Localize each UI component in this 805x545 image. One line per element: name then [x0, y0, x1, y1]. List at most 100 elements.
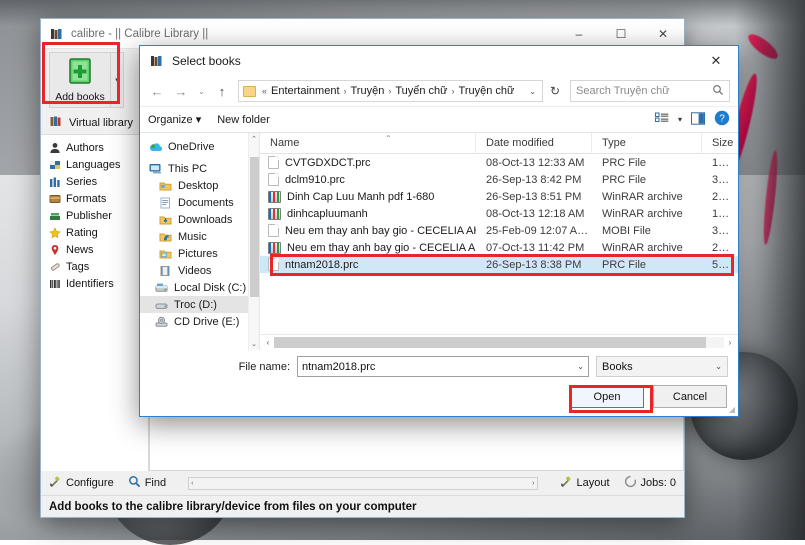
nav-item-label: Documents	[178, 196, 234, 209]
dialog-titlebar: Select books ✕	[140, 46, 738, 76]
breadcrumb-separator: ›	[343, 86, 347, 96]
dialog-close-button[interactable]: ✕	[694, 46, 738, 76]
bars-icon	[48, 175, 61, 188]
nav-item-documents[interactable]: Documents	[140, 194, 259, 211]
file-type-filter-select[interactable]: Books ⌄	[596, 356, 728, 377]
sidebar-item-languages[interactable]: Languages	[41, 156, 148, 173]
new-folder-button[interactable]: New folder	[217, 114, 270, 126]
music-icon	[158, 230, 173, 244]
file-size: 1,370 KB	[712, 207, 738, 220]
search-input[interactable]: Search Truyện chữ	[570, 80, 730, 102]
resize-grip-icon[interactable]: ◢	[729, 405, 735, 414]
layout-button[interactable]: Layout	[560, 475, 610, 491]
breadcrumb-crumb-1[interactable]: Truyện	[351, 85, 385, 97]
organize-menu[interactable]: Organize ▾	[148, 113, 201, 126]
nav-item-label: OneDrive	[168, 140, 215, 153]
file-name: ntnam2018.prc	[285, 258, 359, 271]
green-book-plus-icon	[66, 57, 94, 88]
back-button[interactable]: ←	[146, 80, 168, 102]
breadcrumb-crumb-3[interactable]: Truyện chữ	[459, 85, 515, 97]
calibre-horizontal-scrollbar[interactable]: ‹ ›	[188, 476, 538, 490]
nav-item-troc-d[interactable]: Troc (D:)	[140, 296, 259, 313]
file-size: 13,356 KB	[712, 156, 738, 169]
file-name-input[interactable]: ntnam2018.prc ⌄	[297, 356, 589, 377]
table-row[interactable]: dclm910.prc 26-Sep-13 8:42 PM PRC File 3…	[260, 171, 738, 188]
nav-item-cd-drive-e[interactable]: CD Drive (E:)	[140, 313, 259, 330]
file-size: 3,365 KB	[712, 173, 738, 186]
recent-locations-button[interactable]: ⌄	[194, 80, 209, 102]
close-button[interactable]: ✕	[642, 19, 684, 49]
breadcrumb[interactable]: « Entertainment › Truyện › Tuyển chữ › T…	[238, 80, 543, 102]
table-row[interactable]: CVTGDXDCT.prc 08-Oct-13 12:33 AM PRC Fil…	[260, 154, 738, 171]
configure-button[interactable]: Configure	[49, 475, 114, 491]
help-icon[interactable]: ?	[714, 110, 730, 129]
column-header-type[interactable]: Type	[592, 132, 702, 154]
column-header-name[interactable]: Name	[260, 132, 476, 154]
column-header-size[interactable]: Size	[702, 133, 738, 154]
archive-icon	[268, 190, 281, 203]
jobs-indicator[interactable]: Jobs: 0	[624, 475, 676, 491]
table-row[interactable]: dinhcapluumanh 08-Oct-13 12:18 AM WinRAR…	[260, 205, 738, 222]
chevron-down-icon[interactable]: ⌄	[577, 362, 584, 371]
refresh-button[interactable]: ↻	[545, 84, 565, 98]
table-row-selected[interactable]: ntnam2018.prc 26-Sep-13 8:38 PM PRC File…	[260, 256, 738, 273]
scroll-right-arrow-icon[interactable]: ›	[532, 480, 534, 487]
chevron-down-icon[interactable]: ▾	[678, 115, 682, 124]
book-icon	[48, 192, 61, 205]
file-list-horizontal-scrollbar[interactable]: ‹ ›	[260, 334, 738, 350]
sidebar-item-series[interactable]: Series	[41, 173, 148, 190]
scrollbar-track[interactable]	[274, 337, 724, 348]
minimize-button[interactable]: –	[558, 19, 600, 49]
nav-item-desktop[interactable]: Desktop	[140, 177, 259, 194]
sidebar-item-label: Languages	[66, 158, 121, 171]
scroll-right-arrow-icon[interactable]: ›	[724, 338, 736, 347]
nav-item-videos[interactable]: Videos	[140, 262, 259, 279]
breadcrumb-crumb-2[interactable]: Tuyển chữ	[395, 85, 447, 97]
nav-item-onedrive[interactable]: OneDrive	[140, 138, 259, 155]
calibre-status-message: Add books to the calibre library/device …	[41, 495, 684, 517]
scroll-left-arrow-icon[interactable]: ‹	[191, 480, 193, 487]
sidebar-item-rating[interactable]: Rating	[41, 224, 148, 241]
nav-item-pictures[interactable]: Pictures	[140, 245, 259, 262]
nav-item-local-disk-c[interactable]: Local Disk (C:)	[140, 279, 259, 296]
sidebar-item-authors[interactable]: Authors	[41, 139, 148, 156]
preview-pane-icon[interactable]	[691, 111, 705, 128]
magnifier-icon	[128, 475, 141, 491]
list-view-icon[interactable]	[654, 112, 669, 128]
cancel-button[interactable]: Cancel	[653, 385, 727, 408]
sidebar-item-news[interactable]: News	[41, 241, 148, 258]
table-row[interactable]: Dinh Cap Luu Manh pdf 1-680 26-Sep-13 8:…	[260, 188, 738, 205]
navigation-pane-scrollbar[interactable]: ⌃ ⌄	[248, 133, 259, 350]
file-date: 25-Feb-09 12:07 A…	[486, 224, 589, 237]
find-button[interactable]: Find	[128, 475, 166, 491]
open-button[interactable]: Open	[570, 385, 644, 408]
nav-item-music[interactable]: Music	[140, 228, 259, 245]
scrollbar-thumb[interactable]	[250, 157, 259, 297]
chevron-down-icon[interactable]: ⌄	[529, 87, 538, 96]
scroll-up-arrow-icon[interactable]: ⌃	[251, 133, 257, 145]
breadcrumb-crumb-0[interactable]: Entertainment	[271, 85, 339, 97]
sidebar-item-publisher[interactable]: Publisher	[41, 207, 148, 224]
table-row[interactable]: Neu em thay anh bay gio - CECELIA AHE… 0…	[260, 239, 738, 256]
calibre-status-area: Configure Find ‹ › Layout Jobs: 0 Add bo…	[41, 471, 684, 517]
sidebar-item-formats[interactable]: Formats	[41, 190, 148, 207]
file-name-label: File name:	[238, 360, 290, 373]
up-button[interactable]: ↑	[211, 80, 233, 102]
scroll-down-arrow-icon[interactable]: ⌄	[251, 338, 257, 350]
file-type: PRC File	[602, 173, 647, 186]
sidebar-item-identifiers[interactable]: Identifiers	[41, 275, 148, 292]
chevron-down-icon[interactable]: ⌄	[715, 362, 722, 371]
nav-item-downloads[interactable]: Downloads	[140, 211, 259, 228]
table-row[interactable]: Neu em thay anh bay gio - CECELIA AHE… 2…	[260, 222, 738, 239]
forward-button[interactable]: →	[170, 80, 192, 102]
scroll-left-arrow-icon[interactable]: ‹	[262, 338, 274, 347]
breadcrumb-overflow[interactable]: «	[261, 86, 268, 96]
scrollbar-thumb[interactable]	[274, 337, 706, 348]
add-books-dropdown-caret[interactable]: ▾	[111, 52, 124, 108]
sidebar-item-tags[interactable]: Tags	[41, 258, 148, 275]
maximize-button[interactable]: ☐	[600, 19, 642, 49]
wallpaper-vignette-right	[735, 0, 805, 540]
add-books-button[interactable]: Add books	[49, 52, 111, 108]
nav-item-this-pc[interactable]: This PC	[140, 160, 259, 177]
column-header-date-modified[interactable]: Date modified	[476, 132, 592, 154]
